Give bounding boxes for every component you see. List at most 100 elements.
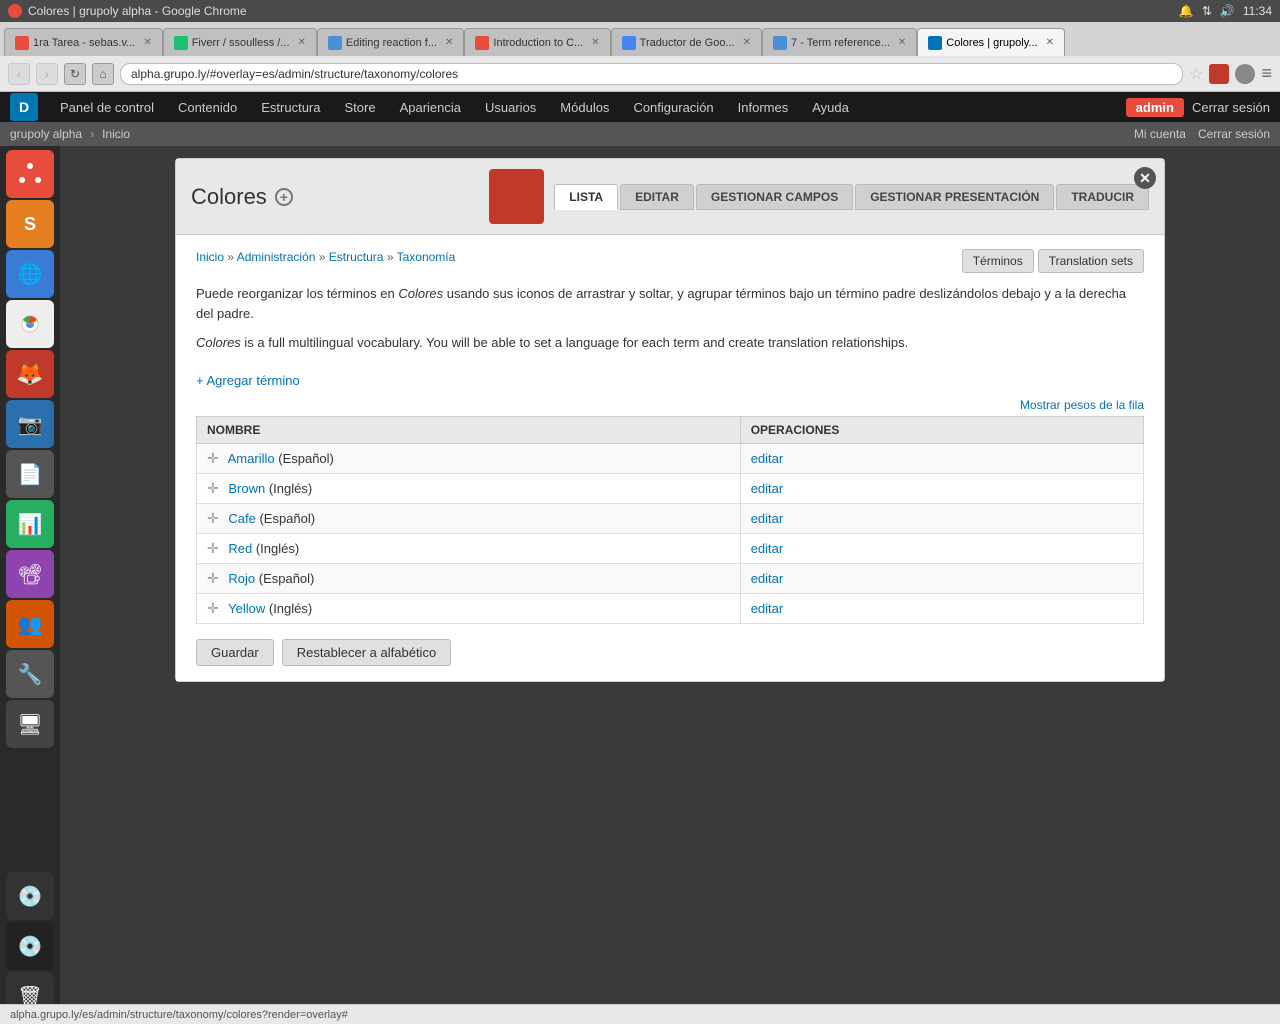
tab-5[interactable]: Traductor de Goo... ✕	[611, 28, 762, 56]
tab-traducir[interactable]: TRADUCIR	[1056, 184, 1149, 210]
tab-6[interactable]: 7 - Term reference... ✕	[762, 28, 917, 56]
adminbar-store[interactable]: Store	[332, 92, 387, 122]
notification-icon[interactable]: 🔔	[1179, 4, 1194, 18]
sidebar-app-settings[interactable]: 🔧	[6, 650, 54, 698]
menu-icon[interactable]: ≡	[1261, 63, 1272, 84]
sidebar-app-ubuntu[interactable]	[6, 150, 54, 198]
adminbar-informes[interactable]: Informes	[726, 92, 801, 122]
sidebar-app-disk1[interactable]: 💿	[6, 872, 54, 920]
breadcrumb-administracion[interactable]: Administración	[237, 250, 316, 264]
sidebar-app-firefox[interactable]: 🦊	[6, 350, 54, 398]
home-button[interactable]: ⌂	[92, 63, 114, 85]
tab-6-close[interactable]: ✕	[898, 37, 906, 48]
content-tabs: LISTA EDITAR GESTIONAR CAMPOS GESTIONAR …	[554, 184, 1149, 210]
sidebar-app-users[interactable]: 👥	[6, 600, 54, 648]
tab-gestionar-campos[interactable]: GESTIONAR CAMPOS	[696, 184, 853, 210]
translation-sets-button[interactable]: Translation sets	[1038, 249, 1144, 273]
drag-handle[interactable]: ✛	[207, 600, 219, 616]
add-term-link[interactable]: + Agregar término	[196, 373, 300, 388]
back-button[interactable]: ‹	[8, 63, 30, 85]
tab-7-close[interactable]: ✕	[1046, 37, 1054, 48]
edit-link-3[interactable]: editar	[751, 541, 784, 556]
adminbar-apariencia[interactable]: Apariencia	[388, 92, 473, 122]
adminbar-contenido[interactable]: Contenido	[166, 92, 249, 122]
term-lang-2: (Español)	[259, 511, 315, 526]
sidebar-app-terminal[interactable]: 🖥	[6, 700, 54, 748]
adminbar-modulos[interactable]: Módulos	[548, 92, 621, 122]
edit-link-2[interactable]: editar	[751, 511, 784, 526]
adminbar-estructura[interactable]: Estructura	[249, 92, 332, 122]
breadcrumb-estructura[interactable]: Estructura	[329, 250, 384, 264]
sidebar-app-spreadsheet[interactable]: 📊	[6, 500, 54, 548]
edit-link-1[interactable]: editar	[751, 481, 784, 496]
tab-1-close[interactable]: ✕	[143, 37, 151, 48]
close-button[interactable]: ✕	[1134, 167, 1156, 189]
breadcrumb-taxonomia[interactable]: Taxonomía	[397, 250, 456, 264]
tab-lista[interactable]: LISTA	[554, 184, 618, 210]
tab-2-label: Fiverr / ssoulless /...	[192, 37, 290, 49]
secondary-nav-right: Mi cuenta Cerrar sesión	[1134, 127, 1270, 141]
tab-4-close[interactable]: ✕	[591, 37, 599, 48]
cerrar-sesion-adminbar[interactable]: Cerrar sesión	[1192, 100, 1270, 115]
sync-icon[interactable]: ⇅	[1202, 4, 1212, 18]
admin-badge[interactable]: admin	[1126, 98, 1184, 117]
cerrar-sesion-link[interactable]: Cerrar sesión	[1198, 127, 1270, 141]
tab-1[interactable]: 1ra Tarea - sebas.v... ✕	[4, 28, 163, 56]
drag-handle[interactable]: ✛	[207, 510, 219, 526]
term-lang-0: (Español)	[278, 451, 334, 466]
edit-link-0[interactable]: editar	[751, 451, 784, 466]
sidebar-app-text[interactable]: 📄	[6, 450, 54, 498]
edit-link-5[interactable]: editar	[751, 601, 784, 616]
tab-2[interactable]: Fiverr / ssoulless /... ✕	[163, 28, 317, 56]
edit-link-4[interactable]: editar	[751, 571, 784, 586]
sidebar-app-presentation[interactable]: 📽	[6, 550, 54, 598]
drag-handle[interactable]: ✛	[207, 570, 219, 586]
sidebar-app-browser[interactable]: 🌐	[6, 250, 54, 298]
adminbar-usuarios[interactable]: Usuarios	[473, 92, 548, 122]
term-link-0[interactable]: Amarillo	[228, 451, 275, 466]
term-link-1[interactable]: Brown	[228, 481, 265, 496]
tab-4[interactable]: Introduction to C... ✕	[464, 28, 610, 56]
term-link-4[interactable]: Rojo	[228, 571, 255, 586]
extension-icon-2[interactable]	[1235, 64, 1255, 84]
tab-5-close[interactable]: ✕	[743, 37, 751, 48]
tab-7-favicon	[928, 36, 942, 50]
term-link-5[interactable]: Yellow	[228, 601, 265, 616]
mi-cuenta-link[interactable]: Mi cuenta	[1134, 127, 1186, 141]
sidebar-app-files[interactable]: S	[6, 200, 54, 248]
reload-button[interactable]: ↻	[64, 63, 86, 85]
table-row: ✛ Rojo (Español) editar	[197, 563, 1144, 593]
restablecer-button[interactable]: Restablecer a alfabético	[282, 639, 451, 666]
tab-gestionar-presentacion[interactable]: GESTIONAR PRESENTACIÓN	[855, 184, 1054, 210]
tab-3[interactable]: Editing reaction f... ✕	[317, 28, 465, 56]
bookmark-icon[interactable]: ☆	[1189, 64, 1203, 84]
tab-7[interactable]: Colores | grupoly... ✕	[917, 28, 1065, 56]
tab-3-close[interactable]: ✕	[445, 37, 453, 48]
forward-button[interactable]: ›	[36, 63, 58, 85]
drag-handle[interactable]: ✛	[207, 480, 219, 496]
term-link-2[interactable]: Cafe	[228, 511, 255, 526]
adminbar-ayuda[interactable]: Ayuda	[800, 92, 861, 122]
page-content: Colores + LISTA EDITAR GESTIONAR CAMPOS …	[60, 146, 1280, 1024]
extension-icon-1[interactable]	[1209, 64, 1229, 84]
sidebar-app-disk2[interactable]: 💿	[6, 922, 54, 970]
address-input[interactable]	[120, 63, 1183, 85]
table-row: ✛ Amarillo (Español) editar	[197, 443, 1144, 473]
guardar-button[interactable]: Guardar	[196, 639, 274, 666]
terminos-button[interactable]: Términos	[962, 249, 1034, 273]
nav-inicio[interactable]: Inicio	[102, 127, 130, 141]
adminbar-configuracion[interactable]: Configuración	[621, 92, 725, 122]
drag-handle[interactable]: ✛	[207, 450, 219, 466]
sidebar-app-screenshots[interactable]: 📷	[6, 400, 54, 448]
add-icon[interactable]: +	[275, 188, 293, 206]
tab-editar[interactable]: EDITAR	[620, 184, 694, 210]
term-link-3[interactable]: Red	[228, 541, 252, 556]
tab-2-close[interactable]: ✕	[298, 37, 306, 48]
volume-icon[interactable]: 🔊	[1220, 4, 1235, 18]
sidebar-app-chrome[interactable]	[6, 300, 54, 348]
adminbar-panel[interactable]: Panel de control	[48, 92, 166, 122]
breadcrumb-inicio[interactable]: Inicio	[196, 250, 224, 264]
show-weights-link[interactable]: Mostrar pesos de la fila	[1020, 398, 1144, 412]
drag-handle[interactable]: ✛	[207, 540, 219, 556]
address-bar: ‹ › ↻ ⌂ ☆ ≡	[0, 56, 1280, 92]
